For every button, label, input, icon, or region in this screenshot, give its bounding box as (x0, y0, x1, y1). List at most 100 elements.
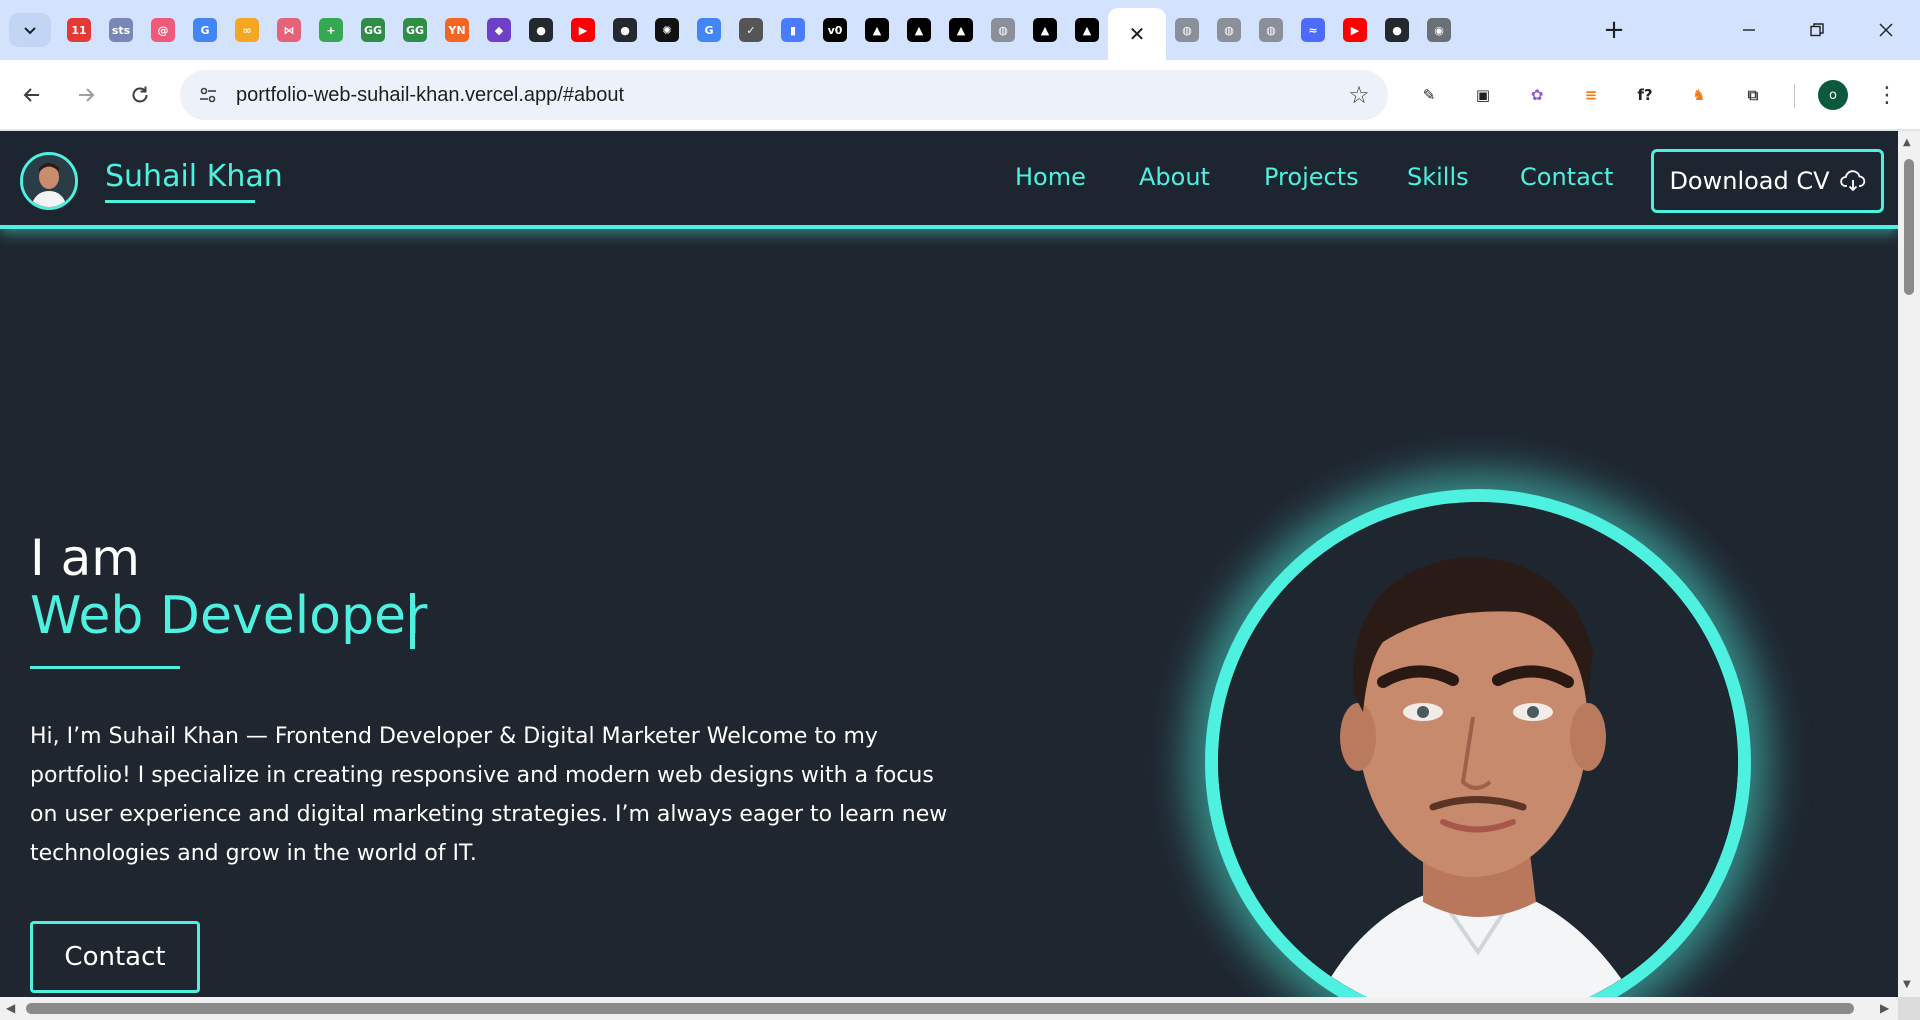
browser-tab[interactable]: ▲ (856, 8, 898, 52)
reload-button[interactable] (122, 77, 158, 113)
browser-tab[interactable]: ▲ (940, 8, 982, 52)
site-header: Suhail Khan Home About Projects Skills C… (0, 131, 1898, 229)
vertical-scroll-thumb[interactable] (1904, 159, 1914, 295)
url-text[interactable]: portfolio-web-suhail-khan.vercel.app/#ab… (236, 70, 624, 120)
nav-about[interactable]: About (1139, 163, 1210, 191)
browser-tab[interactable]: ◆ (478, 8, 520, 52)
reload-icon (132, 86, 148, 103)
site-icon: sts (109, 18, 133, 42)
checkmark-icon: ✓ (739, 18, 763, 42)
nav-home[interactable]: Home (1015, 163, 1086, 191)
nav-contact[interactable]: Contact (1520, 163, 1613, 191)
browser-tab[interactable]: ◍ (1208, 8, 1250, 52)
eyedropper-icon[interactable]: ✎ (1414, 80, 1444, 110)
forward-button[interactable] (68, 77, 104, 113)
scroll-left-icon[interactable]: ◀ (6, 1001, 15, 1015)
brain-icon[interactable]: ✿ (1522, 80, 1552, 110)
browser-tab[interactable]: + (310, 8, 352, 52)
restore-icon (1810, 23, 1824, 37)
browser-tab[interactable]: GG (352, 8, 394, 52)
browser-tab[interactable]: ▶ (562, 8, 604, 52)
fox-icon[interactable]: ♞ (1684, 80, 1714, 110)
hero-divider (30, 666, 180, 669)
browser-tab[interactable]: ▲ (1066, 8, 1108, 52)
browser-tab[interactable]: sts (100, 8, 142, 52)
close-tab-icon[interactable]: ✕ (1129, 22, 1146, 46)
puzzle-icon[interactable]: ⧉ (1738, 80, 1768, 110)
globe-icon: ◍ (1259, 18, 1283, 42)
vercel-icon: ▲ (865, 18, 889, 42)
browser-tab[interactable]: YN (436, 8, 478, 52)
close-window-button[interactable] (1866, 14, 1906, 46)
browser-tab[interactable]: ● (520, 8, 562, 52)
browser-tab[interactable]: ∞ (226, 8, 268, 52)
vercel-icon: ▲ (949, 18, 973, 42)
browser-tab[interactable]: GG (394, 8, 436, 52)
arrow-left-icon (23, 88, 39, 102)
vertical-scrollbar[interactable]: ▲ ▼ (1898, 131, 1920, 997)
nav-skills[interactable]: Skills (1407, 163, 1469, 191)
google-g-icon: G (697, 18, 721, 42)
download-cv-label: Download CV (1669, 167, 1830, 195)
github-icon: ● (1385, 18, 1409, 42)
scroll-up-icon[interactable]: ▲ (1903, 137, 1915, 149)
gfg-icon: GG (403, 18, 427, 42)
hero-contact-button[interactable]: Contact (30, 921, 200, 993)
restore-button[interactable] (1797, 14, 1837, 46)
browser-tab[interactable]: ≈ (1292, 8, 1334, 52)
formula-icon[interactable]: f? (1630, 80, 1660, 110)
browser-tab[interactable]: G (184, 8, 226, 52)
browser-tab[interactable]: ▲ (1024, 8, 1066, 52)
back-button[interactable] (14, 77, 50, 113)
new-tab-button[interactable]: + (1598, 14, 1630, 46)
profile-avatar[interactable]: o (1818, 80, 1848, 110)
browser-tab[interactable]: ● (1376, 8, 1418, 52)
browser-tab[interactable]: ◍ (1250, 8, 1292, 52)
browser-tab[interactable]: 11 (58, 8, 100, 52)
active-tab[interactable]: ✕ (1108, 8, 1166, 60)
browser-tab[interactable]: G (688, 8, 730, 52)
pill-icon: ▮ (781, 18, 805, 42)
scroll-right-icon[interactable]: ▶ (1880, 1001, 1889, 1015)
notes-icon[interactable]: ≡ (1576, 80, 1606, 110)
vercel-icon: ▲ (1075, 18, 1099, 42)
browser-tab[interactable]: ● (604, 8, 646, 52)
vercel-icon: ▲ (907, 18, 931, 42)
browser-tab[interactable]: ▲ (898, 8, 940, 52)
avatar[interactable] (20, 152, 78, 210)
horizontal-scroll-thumb[interactable] (26, 1003, 1854, 1014)
globe-icon: ◍ (1175, 18, 1199, 42)
tab-strip: 11 sts @ G ∞ ⋈ + GG GG YN ◆ ● ▶ ● ✺ G ✓ ▮ v0 ▲ ▲ ▲ ◍ ▲ ▲ ✕ ◍ ◍ ◍ ≈ ▶ ● ◉… (0, 0, 1920, 60)
brand-name[interactable]: Suhail Khan (105, 159, 283, 194)
browser-tab[interactable]: ◉ (1418, 8, 1460, 52)
browser-tab[interactable]: @ (142, 8, 184, 52)
browser-tab[interactable]: ▶ (1334, 8, 1376, 52)
scroll-down-icon[interactable]: ▼ (1903, 979, 1915, 991)
chevron-down-icon (24, 27, 36, 35)
globe-icon: ◍ (991, 18, 1015, 42)
portrait-illustration (1218, 502, 1738, 997)
browser-tab[interactable]: ▮ (772, 8, 814, 52)
openai-icon: ✺ (655, 18, 679, 42)
profile-photo (1205, 489, 1751, 997)
hero-bio: Hi, I’m Suhail Khan — Frontend Developer… (30, 724, 948, 866)
image-icon[interactable]: ▣ (1468, 80, 1498, 110)
site-info-button[interactable] (192, 80, 224, 110)
nav-projects[interactable]: Projects (1264, 163, 1359, 191)
browser-tab[interactable]: ◍ (1166, 8, 1208, 52)
bookmark-star-icon[interactable]: ☆ (1344, 80, 1374, 110)
tab-list: 11 sts @ G ∞ ⋈ + GG GG YN ◆ ● ▶ ● ✺ G ✓ ▮ v0 ▲ ▲ ▲ ◍ ▲ ▲ ✕ ◍ ◍ ◍ ≈ ▶ ● ◉ (58, 8, 1460, 60)
arrow-right-icon (79, 88, 95, 102)
tab-search-button[interactable] (9, 13, 51, 47)
address-bar[interactable]: portfolio-web-suhail-khan.vercel.app/#ab… (180, 70, 1388, 120)
browser-tab[interactable]: ◍ (982, 8, 1024, 52)
menu-kebab-icon[interactable]: ⋮ (1872, 80, 1902, 110)
browser-tab[interactable]: ✺ (646, 8, 688, 52)
download-cv-button[interactable]: Download CV (1651, 149, 1884, 213)
v0-icon: v0 (823, 18, 847, 42)
minimize-button[interactable] (1729, 14, 1769, 46)
browser-tab[interactable]: ✓ (730, 8, 772, 52)
browser-tab[interactable]: ⋈ (268, 8, 310, 52)
horizontal-scrollbar[interactable]: ◀ ▶ (0, 997, 1898, 1020)
browser-tab[interactable]: v0 (814, 8, 856, 52)
